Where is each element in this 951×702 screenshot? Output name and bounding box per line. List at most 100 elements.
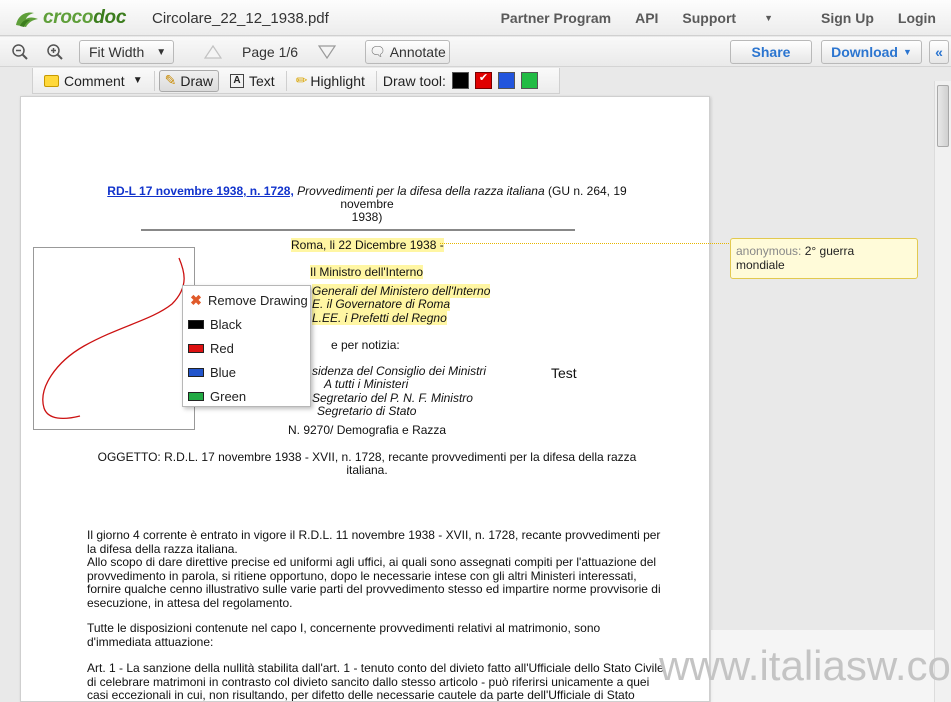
highlight-tool-label: Highlight [310, 72, 365, 89]
comment-note[interactable]: anonymous: 2° guerra mondiale [730, 238, 918, 279]
paragraph-2: Tutte le disposizioni contenute nel capo… [87, 621, 687, 649]
paragraph-line: esecuzione, in attesa del regolamento. [87, 595, 293, 610]
logo-word-1: croco [43, 7, 94, 28]
paragraph-line: di celebrare matrimoni in contrasto col … [87, 674, 650, 689]
color-item-label: Red [210, 340, 234, 356]
paragraph-line: Allo scopo di dare direttive precise ed … [87, 555, 657, 570]
zoom-in-icon [47, 44, 63, 60]
recipient-text-2: E. il Governatore di Roma [312, 297, 451, 311]
paragraph-line: Tutte le disposizioni contenute nel capo… [87, 621, 601, 635]
recipient-line-3: L.EE. i Prefetti del Regno [312, 311, 447, 325]
caret-down-icon: ▼ [764, 13, 773, 23]
collapse-sidebar-button[interactable]: « [929, 40, 949, 64]
header-rule [141, 229, 575, 231]
color-item-green[interactable]: Green [183, 384, 310, 408]
page-indicator: Page 1/6 [242, 44, 299, 60]
highlighter-icon: ✏ [295, 72, 308, 88]
next-page-button[interactable] [316, 41, 338, 63]
toolbar-divider [153, 70, 155, 91]
subject-line-2: italiana. [346, 463, 388, 477]
annotate-button[interactable]: 🗨 Annotate [365, 40, 450, 64]
law-reference-link[interactable]: RD-L 17 novembre 1938, n. 1728, [107, 184, 294, 198]
nav-api[interactable]: API [635, 10, 658, 26]
comment-icon [44, 74, 59, 87]
color-chip-black [188, 319, 204, 329]
cc-line-1: sidenza del Consiglio dei Ministri [312, 364, 487, 378]
draw-tool-button[interactable]: ✎ Draw [158, 69, 219, 92]
color-chip-green [188, 391, 204, 401]
note-author: anonymous: [736, 244, 802, 258]
text-annotation[interactable]: Test [551, 365, 577, 381]
subject-block: OGGETTO: R.D.L. 17 novembre 1938 - XVII,… [81, 451, 653, 477]
speech-bubble-icon: 🗨 [369, 44, 386, 59]
zoom-in-button[interactable] [44, 41, 66, 63]
text-box-icon: A [230, 73, 244, 88]
note-text-line-2: mondiale [736, 258, 785, 272]
cc-line-2: A tutti i Ministeri [324, 377, 409, 391]
protocol-number: N. 9270/ Demografia e Razza [288, 423, 447, 437]
paragraph-line: Il giorno 4 corrente è entrato in vigore… [87, 528, 661, 542]
zoom-out-button[interactable] [9, 41, 31, 63]
croc-logo-icon [16, 12, 38, 27]
watermark: www.italiasw.com [659, 630, 951, 702]
color-swatch-green[interactable] [520, 72, 538, 89]
text-tool-button[interactable]: A Text [225, 70, 280, 92]
color-item-label: Blue [210, 364, 237, 380]
color-swatch-blue[interactable] [497, 72, 515, 89]
zoom-out-icon [12, 44, 28, 60]
annotation-toolbar: Comment ▼ ✎ Draw A Text ✏ Highlight Draw… [32, 68, 560, 94]
prev-page-button[interactable] [202, 41, 224, 63]
note-connector [440, 243, 731, 244]
nav-support-label: Support [682, 10, 737, 26]
color-item-blue[interactable]: Blue [183, 360, 310, 384]
crocodoc-logo[interactable]: crocodoc [14, 6, 126, 30]
law-title: Provvedimenti per la difesa della razza … [297, 184, 545, 198]
color-swatch-black[interactable] [451, 72, 469, 89]
draw-tool-color-label: Draw tool: [382, 72, 446, 89]
document-page: RD-L 17 novembre 1938, n. 1728, Provvedi… [20, 96, 710, 702]
scrollbar-thumb[interactable] [937, 85, 949, 147]
paragraph-3: Art. 1 - La sanzione della nullità stabi… [87, 661, 687, 701]
text-tool-label: Text [249, 72, 275, 89]
triangle-down-icon [317, 45, 337, 60]
note-text-line-1: 2° guerra [804, 244, 855, 258]
triangle-up-icon [203, 44, 223, 59]
date-line-text: Roma, li 22 Dicembre 1938 - [291, 238, 444, 252]
drawing-context-menu: ✖ Remove Drawing Black Red Blue Green [182, 285, 311, 407]
remove-drawing-item[interactable]: ✖ Remove Drawing [183, 288, 310, 312]
color-chip-blue [188, 367, 204, 377]
nav-login[interactable]: Login [898, 10, 936, 26]
nav-sign-up[interactable]: Sign Up [821, 10, 874, 26]
cc-line-3: Segretario del P. N. F. Ministro [312, 391, 473, 405]
recipient-text-1: Generali del Ministero dell'Interno [312, 284, 491, 298]
nav-support[interactable]: Support ▼ [682, 10, 797, 26]
document-header: RD-L 17 novembre 1938, n. 1728, Provvedi… [81, 185, 653, 224]
checkmark-icon: ✔ [478, 72, 489, 84]
share-button[interactable]: Share [730, 40, 812, 64]
download-button[interactable]: Download ▼ [821, 40, 922, 64]
annotate-label: Annotate [389, 44, 446, 60]
color-item-black[interactable]: Black [183, 312, 310, 336]
nav-partner-program[interactable]: Partner Program [501, 10, 611, 26]
zoom-select[interactable]: Fit Width ▼ [79, 40, 174, 64]
color-item-red[interactable]: Red [183, 336, 310, 360]
logo-word-2: doc [93, 7, 127, 28]
paragraph-1: Il giorno 4 corrente è entrato in vigore… [87, 528, 687, 611]
drawing-annotation[interactable] [33, 247, 195, 430]
caret-down-icon: ▼ [902, 47, 912, 57]
color-item-label: Green [210, 388, 247, 404]
highlight-tool-button[interactable]: ✏ Highlight [291, 70, 370, 92]
color-swatch-red[interactable]: ✔ [474, 72, 492, 89]
toolbar-divider [285, 70, 287, 91]
caret-down-icon: ▼ [132, 75, 143, 86]
freehand-drawing [42, 257, 185, 420]
zoom-select-value: Fit Width [89, 44, 145, 60]
caret-down-icon: ▼ [156, 46, 167, 58]
minister-line: Il Ministro dell'Interno [310, 265, 424, 279]
toolbar-divider [375, 70, 377, 91]
comment-tool-button[interactable]: Comment ▼ [39, 70, 148, 92]
vertical-scrollbar[interactable] [934, 81, 951, 702]
recipient-text-3: L.EE. i Prefetti del Regno [312, 311, 447, 325]
paragraph-line: d'immediata attuazione: [87, 634, 214, 649]
recipient-line-2: E. il Governatore di Roma [312, 297, 451, 311]
